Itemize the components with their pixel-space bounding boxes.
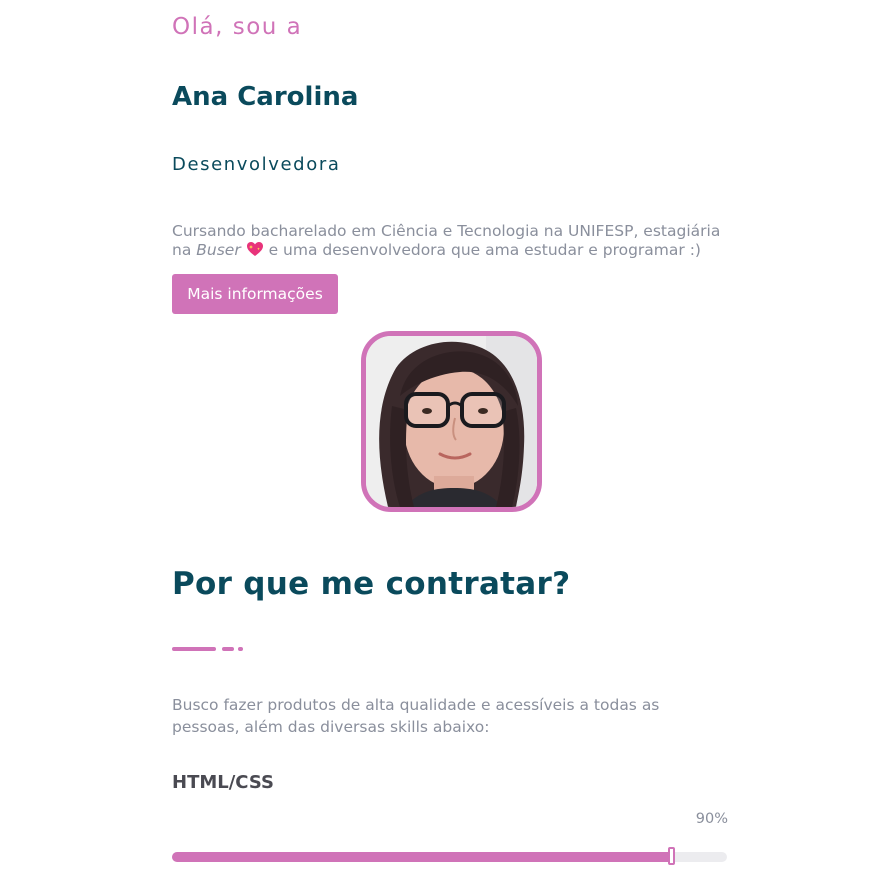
profile-role: Desenvolvedora <box>172 154 341 175</box>
more-info-button[interactable]: Mais informações <box>172 274 338 314</box>
section-intro: Busco fazer produtos de alta qualidade e… <box>172 695 660 736</box>
divider-bar-short <box>222 647 234 651</box>
section-divider <box>172 647 252 652</box>
page: Olá, sou a Ana Carolina Desenvolvedora C… <box>0 0 878 877</box>
bio-text-end: e uma desenvolvedora que ama estudar e p… <box>263 240 701 259</box>
divider-dot <box>238 647 243 651</box>
avatar <box>361 331 542 512</box>
avatar-portrait <box>366 336 537 507</box>
profile-name: Ana Carolina <box>172 82 359 112</box>
skill-progress-fill <box>172 852 672 862</box>
divider-bar-long <box>172 647 216 651</box>
skill-progress-handle[interactable] <box>667 847 675 865</box>
sparkling-heart-icon <box>246 241 264 257</box>
skill-percent: 90% <box>695 811 728 827</box>
skill-progress-track <box>172 847 727 865</box>
skill-name: HTML/CSS <box>172 772 274 793</box>
bio-company: Buser <box>196 240 241 259</box>
greeting: Olá, sou a <box>172 14 303 40</box>
profile-bio: Cursando bacharelado em Ciência e Tecnol… <box>172 222 722 260</box>
section-title: Por que me contratar? <box>172 566 571 602</box>
